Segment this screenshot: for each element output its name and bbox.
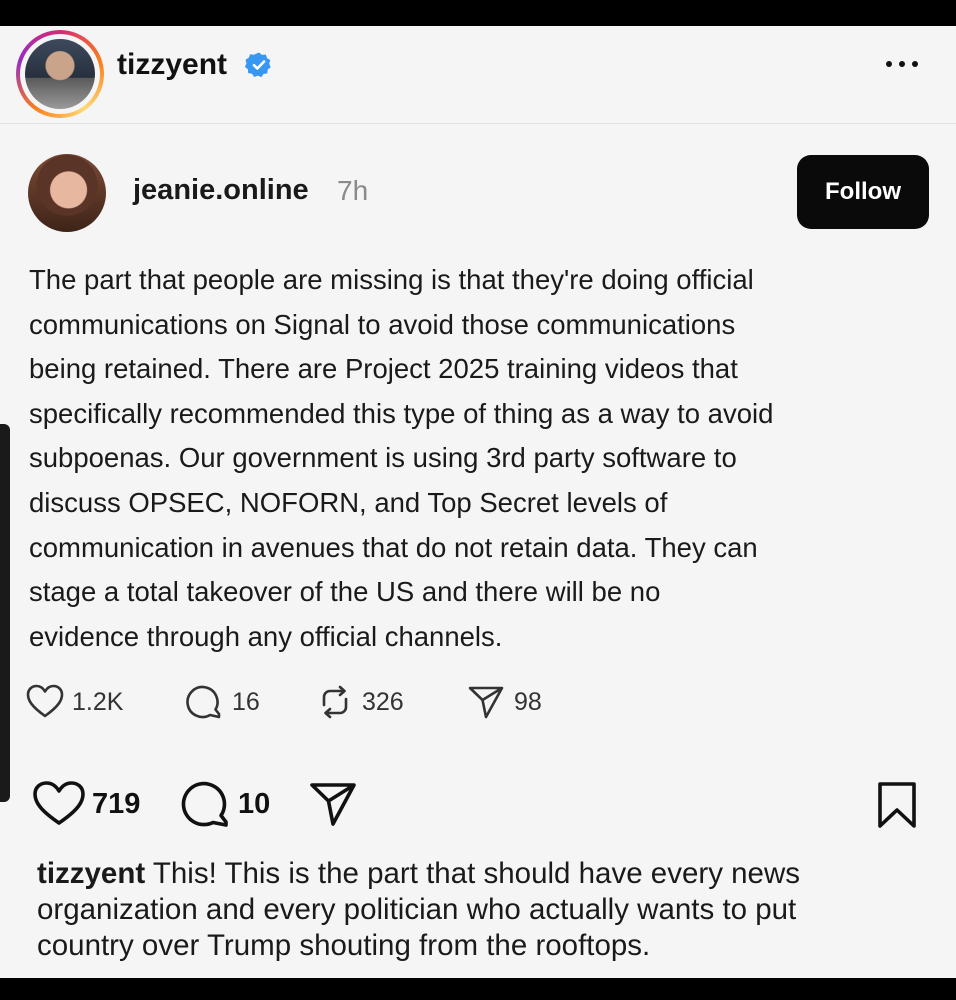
reply-icon (186, 685, 221, 719)
post-author-username[interactable]: tizzyent (117, 48, 227, 82)
more-options-icon[interactable] (886, 52, 926, 76)
send-icon (310, 783, 356, 826)
thread-share-count: 98 (514, 687, 542, 716)
thread-actions: 1.2K 16 326 98 (26, 682, 726, 722)
thread-repost-button[interactable]: 326 (316, 682, 404, 722)
thread-like-count: 1.2K (72, 687, 124, 716)
comment-count: 10 (238, 787, 271, 820)
thread-author-username[interactable]: jeanie.online (133, 174, 309, 207)
post-header: tizzyent (0, 26, 956, 124)
scroll-handle[interactable] (0, 424, 10, 802)
like-button[interactable]: 719 (32, 778, 140, 830)
share-button[interactable] (308, 778, 358, 830)
caption-text: country over Trump shouting from the roo… (37, 929, 651, 962)
bookmark-icon[interactable] (876, 781, 918, 829)
thread-post-body: The part that people are missing is that… (29, 258, 939, 659)
avatar-image (25, 39, 95, 109)
comment-button[interactable]: 10 (180, 778, 270, 830)
thread-body-line: stage a total takeover of the US and the… (29, 576, 661, 608)
post-actions: 719 10 (32, 778, 932, 830)
thread-body-line: specifically recommended this type of th… (29, 397, 774, 429)
heart-icon (33, 781, 85, 825)
verified-badge-icon (245, 52, 271, 78)
thread-body-line: The part that people are missing is that… (29, 264, 754, 295)
thread-like-button[interactable]: 1.2K (26, 682, 123, 722)
thread-body-line: subpoenas. Our government is using 3rd p… (29, 442, 737, 474)
thread-body-line: communications on Signal to avoid those … (29, 308, 736, 340)
thread-reply-button[interactable]: 16 (186, 682, 260, 722)
status-bar (0, 0, 956, 26)
caption-text: This! This is the part that should have … (152, 857, 801, 890)
caption-username[interactable]: tizzyent (37, 857, 145, 890)
thread-post-time: 7h (337, 175, 369, 206)
comment-icon (181, 781, 228, 827)
send-icon (468, 686, 504, 719)
thread-reply-count: 16 (232, 687, 260, 716)
repost-icon (322, 685, 348, 719)
bottom-bar (0, 978, 956, 1000)
heart-icon (26, 684, 64, 718)
thread-author-avatar[interactable] (28, 154, 106, 232)
instagram-post-screen: tizzyent jeanie.online 7h Follow The par… (0, 26, 956, 978)
like-count: 719 (92, 787, 141, 820)
post-caption: tizzyent This! This is the part that sho… (37, 856, 937, 964)
thread-repost-count: 326 (362, 687, 404, 716)
thread-body-line: evidence through any official channels. (29, 620, 503, 652)
thread-body-line: communication in avenues that do not ret… (29, 531, 758, 563)
caption-text: organization and every politician who ac… (37, 893, 797, 926)
avatar[interactable] (16, 30, 104, 118)
thread-body-line: discuss OPSEC, NOFORN, and Top Secret le… (29, 486, 668, 518)
follow-button[interactable]: Follow (797, 155, 929, 229)
thread-body-line: being retained. There are Project 2025 t… (29, 353, 738, 385)
thread-share-button[interactable]: 98 (466, 682, 542, 722)
